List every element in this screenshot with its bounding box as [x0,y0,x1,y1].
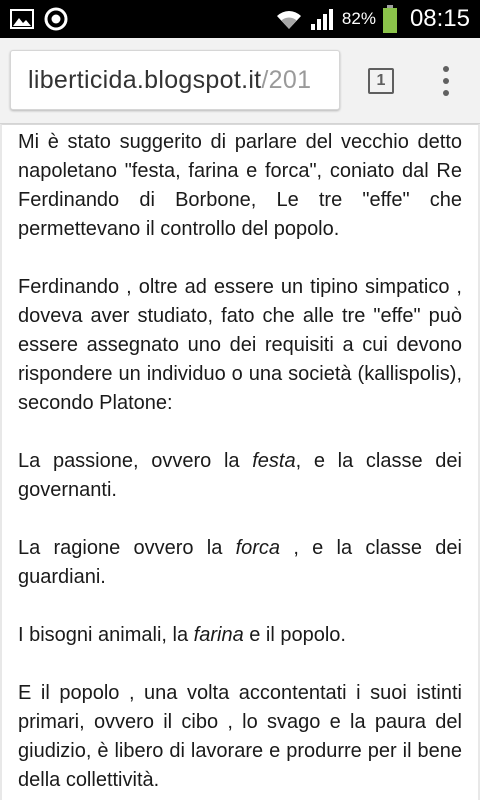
paragraph-text: e il popolo. [243,624,346,646]
page-content[interactable]: Mi è stato suggerito di parlare del vecc… [0,125,480,800]
paragraph: I bisogni animali, la farina e il popolo… [18,621,462,650]
tab-switcher-button[interactable]: 1 [366,66,396,96]
battery-icon [382,5,398,33]
emphasis-text: forca [235,537,281,559]
menu-dot-icon [443,90,449,96]
paragraph: La passione, ovvero la festa, e la class… [18,447,462,505]
paragraph: La ragione ovvero la forca , e la classe… [18,534,462,592]
wifi-icon [274,7,304,31]
menu-dot-icon [443,78,449,84]
gallery-icon [10,9,34,29]
clock: 08:15 [409,5,470,32]
url-domain: liberticida.blogspot.it [28,65,262,94]
overflow-menu-button[interactable] [432,64,460,98]
emphasis-text: farina [193,624,244,646]
emphasis-text: festa [252,450,296,472]
paragraph-text: I bisogni animali, la [18,624,194,646]
circle-app-icon [44,7,68,31]
url-path: /201 [261,65,312,94]
tab-count-icon: 1 [368,68,394,94]
menu-dot-icon [443,66,449,72]
status-bar-left [10,7,68,31]
battery-percent: 82% [341,9,376,28]
paragraph: Mi è stato suggerito di parlare del vecc… [18,131,462,240]
url-bar[interactable]: liberticida.blogspot.it/201 [10,50,340,110]
paragraph: Ferdinando , oltre ad essere un tipino s… [18,276,462,414]
browser-toolbar: liberticida.blogspot.it/201 1 [0,38,480,124]
signal-icon [310,7,336,31]
paragraph-text: La passione, ovvero la [18,450,253,472]
status-bar: 82% 08:15 [0,0,480,38]
paragraph: E il popolo , una volta accontentati i s… [18,682,462,791]
article-body: Mi è stato suggerito di parlare del vecc… [2,125,478,795]
status-bar-right: 82% 08:15 [274,5,470,33]
paragraph-text: La ragione ovvero la [18,537,236,559]
